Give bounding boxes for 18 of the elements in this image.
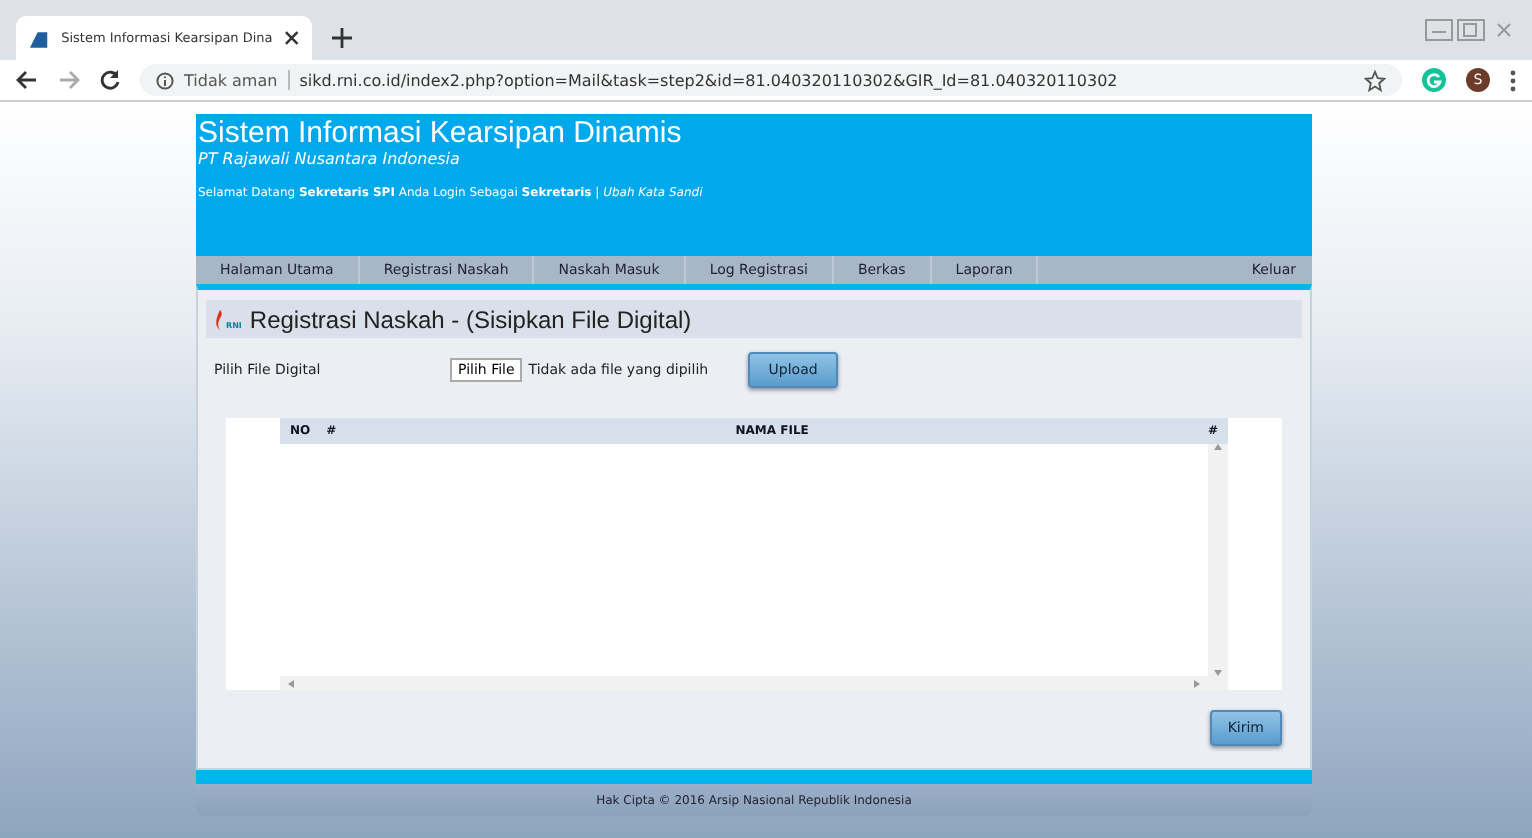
- forward-icon[interactable]: [58, 70, 80, 90]
- company-name: PT Rajawali Nusantara Indonesia: [198, 150, 462, 168]
- site-title: Sistem Informasi Kearsipan Dinamis: [198, 116, 684, 150]
- address-bar[interactable]: Tidak aman sikd.rni.co.id/index2.php?option=Mail&task=step2&id=81.040320110302&GIR_Id=81.040320110302: [140, 64, 1402, 96]
- info-icon: [156, 71, 174, 89]
- scroll-left-icon[interactable]: [288, 679, 294, 687]
- vertical-scrollbar[interactable]: [1208, 444, 1228, 676]
- page-icon: [28, 27, 50, 49]
- extension-icon[interactable]: [1422, 68, 1446, 92]
- reload-icon[interactable]: [100, 70, 120, 90]
- menu-icon[interactable]: [1510, 69, 1516, 91]
- page-title: Registrasi Naskah - (Sisipkan File Digital): [249, 305, 692, 333]
- scroll-right-icon[interactable]: [1194, 679, 1200, 687]
- close-icon[interactable]: [284, 30, 300, 46]
- star-icon[interactable]: [1364, 69, 1386, 91]
- new-tab-icon[interactable]: [332, 28, 352, 48]
- back-icon[interactable]: [16, 70, 38, 90]
- horizontal-scrollbar[interactable]: [280, 676, 1228, 690]
